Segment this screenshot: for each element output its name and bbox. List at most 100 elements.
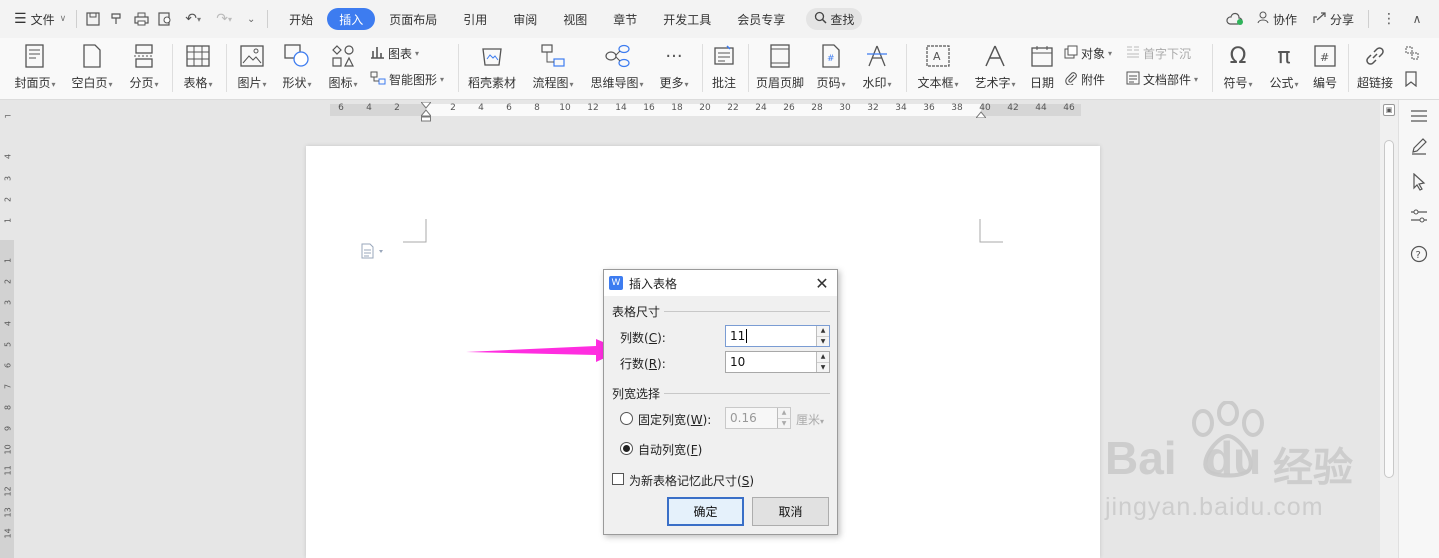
menu-bar: ☰ 文件 ∨ ↶ ▾ ↷ ▾ ⌄ 开始 插入 页面布局 引用 审阅 视图 章节 …: [0, 0, 1439, 38]
flowchart-button[interactable]: 流程图▾: [526, 38, 580, 100]
cols-spinner[interactable]: 11 ▲ ▼: [725, 325, 830, 347]
scroll-thumb[interactable]: [1384, 140, 1394, 478]
shape-icon: [283, 42, 311, 70]
tab-section[interactable]: 章节: [601, 8, 649, 30]
divider: [748, 44, 749, 92]
rows-label: 行数(R):: [620, 357, 666, 371]
icon-button[interactable]: 图标▾: [322, 38, 364, 100]
fixed-width-spinner[interactable]: 0.16 ▲ ▼: [725, 407, 791, 429]
blank-page-button[interactable]: 空白页▾: [66, 38, 118, 100]
close-icon[interactable]: ✕: [813, 274, 831, 293]
cover-page-icon: [21, 42, 49, 70]
table-button[interactable]: 表格▾: [178, 38, 218, 100]
more-button[interactable]: ··· 更多▾: [654, 38, 694, 100]
watermark-icon: [863, 42, 891, 70]
numbering-button[interactable]: # 编号: [1308, 38, 1342, 100]
vertical-ruler[interactable]: 4 3 2 1 1 2 3 4 5 6 7 8 9 10 11 12 13 14: [0, 120, 14, 558]
unit-select[interactable]: 厘米▾: [796, 411, 824, 428]
header-footer-button[interactable]: 页眉页脚: [752, 38, 808, 100]
auto-width-radio[interactable]: [620, 442, 633, 455]
material-button[interactable]: 稻壳素材: [464, 38, 520, 100]
print-icon[interactable]: [129, 7, 153, 31]
ribbon-insert: 封面页▾ 空白页▾ 分页▾ 表格▾ 图片▾ 形状▾ 图标▾ 图表 ▾ 智能图形 ▾ …: [0, 38, 1439, 100]
symbol-button[interactable]: Ω 符号▾: [1216, 38, 1260, 100]
divider: [226, 44, 227, 92]
menu-lines-icon[interactable]: [1409, 106, 1429, 126]
date-button[interactable]: 日期: [1024, 38, 1060, 100]
fixed-width-radio[interactable]: [620, 412, 633, 425]
tab-view[interactable]: 视图: [551, 8, 599, 30]
cursor-icon[interactable]: [1409, 172, 1429, 192]
tab-home[interactable]: 开始: [277, 8, 325, 30]
spin-up-icon[interactable]: ▲: [817, 352, 829, 363]
page-number-button[interactable]: # 页码▾: [812, 38, 850, 100]
comment-button[interactable]: 批注: [706, 38, 742, 100]
paragraph-layout-icon[interactable]: [360, 243, 386, 262]
docpart-button[interactable]: 文档部件 ▾: [1126, 68, 1198, 90]
undo-icon[interactable]: ↶ ▾: [177, 7, 209, 31]
more-vertical-icon[interactable]: ⋮: [1377, 7, 1401, 31]
divider: [76, 10, 78, 28]
bookmark-icon[interactable]: [1404, 68, 1418, 90]
textbox-button[interactable]: A 文本框▾: [912, 38, 964, 100]
share-button[interactable]: 分享: [1307, 0, 1360, 38]
indent-marker-left[interactable]: [419, 101, 433, 125]
attachment-button[interactable]: 附件: [1064, 68, 1105, 90]
file-menu[interactable]: ☰ 文件 ∨: [0, 0, 72, 38]
spin-up-icon[interactable]: ▲: [817, 326, 829, 337]
sliders-icon[interactable]: [1409, 206, 1429, 226]
rows-input[interactable]: 10: [726, 355, 816, 369]
cols-input[interactable]: 11: [730, 329, 745, 343]
spin-down-icon[interactable]: ▼: [817, 336, 829, 346]
customize-toolbar-icon[interactable]: ⌄: [239, 7, 263, 31]
save-icon[interactable]: [81, 7, 105, 31]
remember-size-checkbox[interactable]: [612, 473, 624, 485]
shape-button[interactable]: 形状▾: [276, 38, 318, 100]
format-painter-icon[interactable]: [105, 7, 129, 31]
smartart-button[interactable]: 智能图形 ▾: [370, 68, 444, 90]
print-preview-icon[interactable]: [153, 7, 177, 31]
pen-icon[interactable]: [1409, 136, 1429, 156]
spin-down-icon[interactable]: ▼: [817, 362, 829, 372]
tab-member[interactable]: 会员专享: [725, 8, 797, 30]
watermark-button[interactable]: 水印▾: [856, 38, 898, 100]
page-break-button[interactable]: 分页▾: [124, 38, 164, 100]
tab-page-layout[interactable]: 页面布局: [377, 8, 449, 30]
picture-button[interactable]: 图片▾: [232, 38, 272, 100]
rows-spinner[interactable]: 10 ▲ ▼: [725, 351, 830, 373]
collab-button[interactable]: 协作: [1251, 0, 1303, 38]
dropcap-button[interactable]: 首字下沉: [1126, 42, 1191, 64]
flowchart-icon: [539, 42, 567, 70]
cloud-sync-icon[interactable]: [1223, 7, 1247, 31]
mindmap-button[interactable]: 思维导图▾: [584, 38, 650, 100]
scroll-up-icon[interactable]: ▣: [1383, 104, 1395, 116]
tab-review[interactable]: 审阅: [501, 8, 549, 30]
fixed-width-input: 0.16: [730, 411, 757, 425]
chart-button[interactable]: 图表 ▾: [370, 42, 419, 64]
svg-text:#: #: [1320, 51, 1329, 64]
formula-button[interactable]: π 公式▾: [1262, 38, 1306, 100]
tab-insert[interactable]: 插入: [327, 8, 376, 30]
wordart-button[interactable]: 艺术字▾: [970, 38, 1020, 100]
wordart-icon: [981, 42, 1009, 70]
dialog-titlebar[interactable]: W 插入表格 ✕: [604, 270, 837, 296]
tab-developer[interactable]: 开发工具: [651, 8, 723, 30]
collapse-ribbon-icon[interactable]: ∧: [1405, 7, 1429, 31]
object-button[interactable]: 对象 ▾: [1064, 42, 1112, 64]
ok-button[interactable]: 确定: [667, 497, 744, 526]
crossref-icon[interactable]: [1404, 42, 1420, 64]
user-icon: [1257, 11, 1270, 27]
baidu-watermark: Bai du 经验 jingyan.baidu.com: [1105, 401, 1375, 535]
insert-table-dialog: W 插入表格 ✕ 表格尺寸 列数(C): 11 ▲ ▼ 行数(R): 10 ▲ ▼ …: [603, 269, 838, 535]
redo-icon[interactable]: ↷ ▾: [209, 7, 239, 31]
horizontal-ruler[interactable]: 6 4 2 2 4 6 8 10 12 14 16 18 20 22 24 26…: [0, 100, 1380, 122]
indent-marker-right[interactable]: [974, 106, 988, 121]
search-box[interactable]: 查找: [806, 8, 863, 30]
vertical-scrollbar[interactable]: ▣: [1380, 100, 1398, 558]
hyperlink-button[interactable]: 超链接: [1352, 38, 1398, 100]
cover-page-button[interactable]: 封面页▾: [10, 38, 60, 100]
blank-page-icon: [78, 42, 106, 70]
help-icon[interactable]: ?: [1409, 244, 1429, 264]
tab-references[interactable]: 引用: [451, 8, 499, 30]
cancel-button[interactable]: 取消: [752, 497, 829, 526]
